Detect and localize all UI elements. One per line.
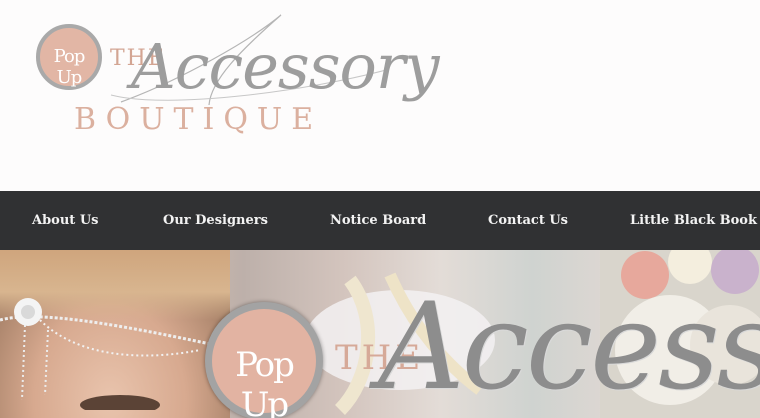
crystal-headpiece-image [0, 298, 216, 410]
logo-script-text: Accessory [131, 30, 440, 103]
nav-item-contact-us[interactable]: Contact Us [488, 191, 568, 250]
main-nav: About Us Our Designers Notice Board Cont… [0, 191, 760, 250]
logo-boutique-text: BOUTIQUE [74, 102, 323, 137]
nav-item-notice-board[interactable]: Notice Board [330, 191, 426, 250]
hero-badge-text: Pop Up [235, 345, 295, 418]
nav-item-little-black-book[interactable]: Little Black Book [630, 191, 757, 250]
logo-badge: Pop Up [36, 24, 102, 90]
site-header: Pop Up THE Accessory BOUTIQUE [0, 0, 760, 191]
hero-banner: Pop Up THE Accessory [0, 250, 760, 418]
hero-script-text: Accessory [378, 278, 760, 417]
site-logo[interactable]: Pop Up THE Accessory BOUTIQUE [36, 10, 440, 150]
nav-item-our-designers[interactable]: Our Designers [163, 191, 268, 250]
nav-item-about-us[interactable]: About Us [32, 191, 99, 250]
hero-logo-badge: Pop Up [205, 302, 323, 418]
logo-badge-text: Pop Up [53, 46, 86, 88]
